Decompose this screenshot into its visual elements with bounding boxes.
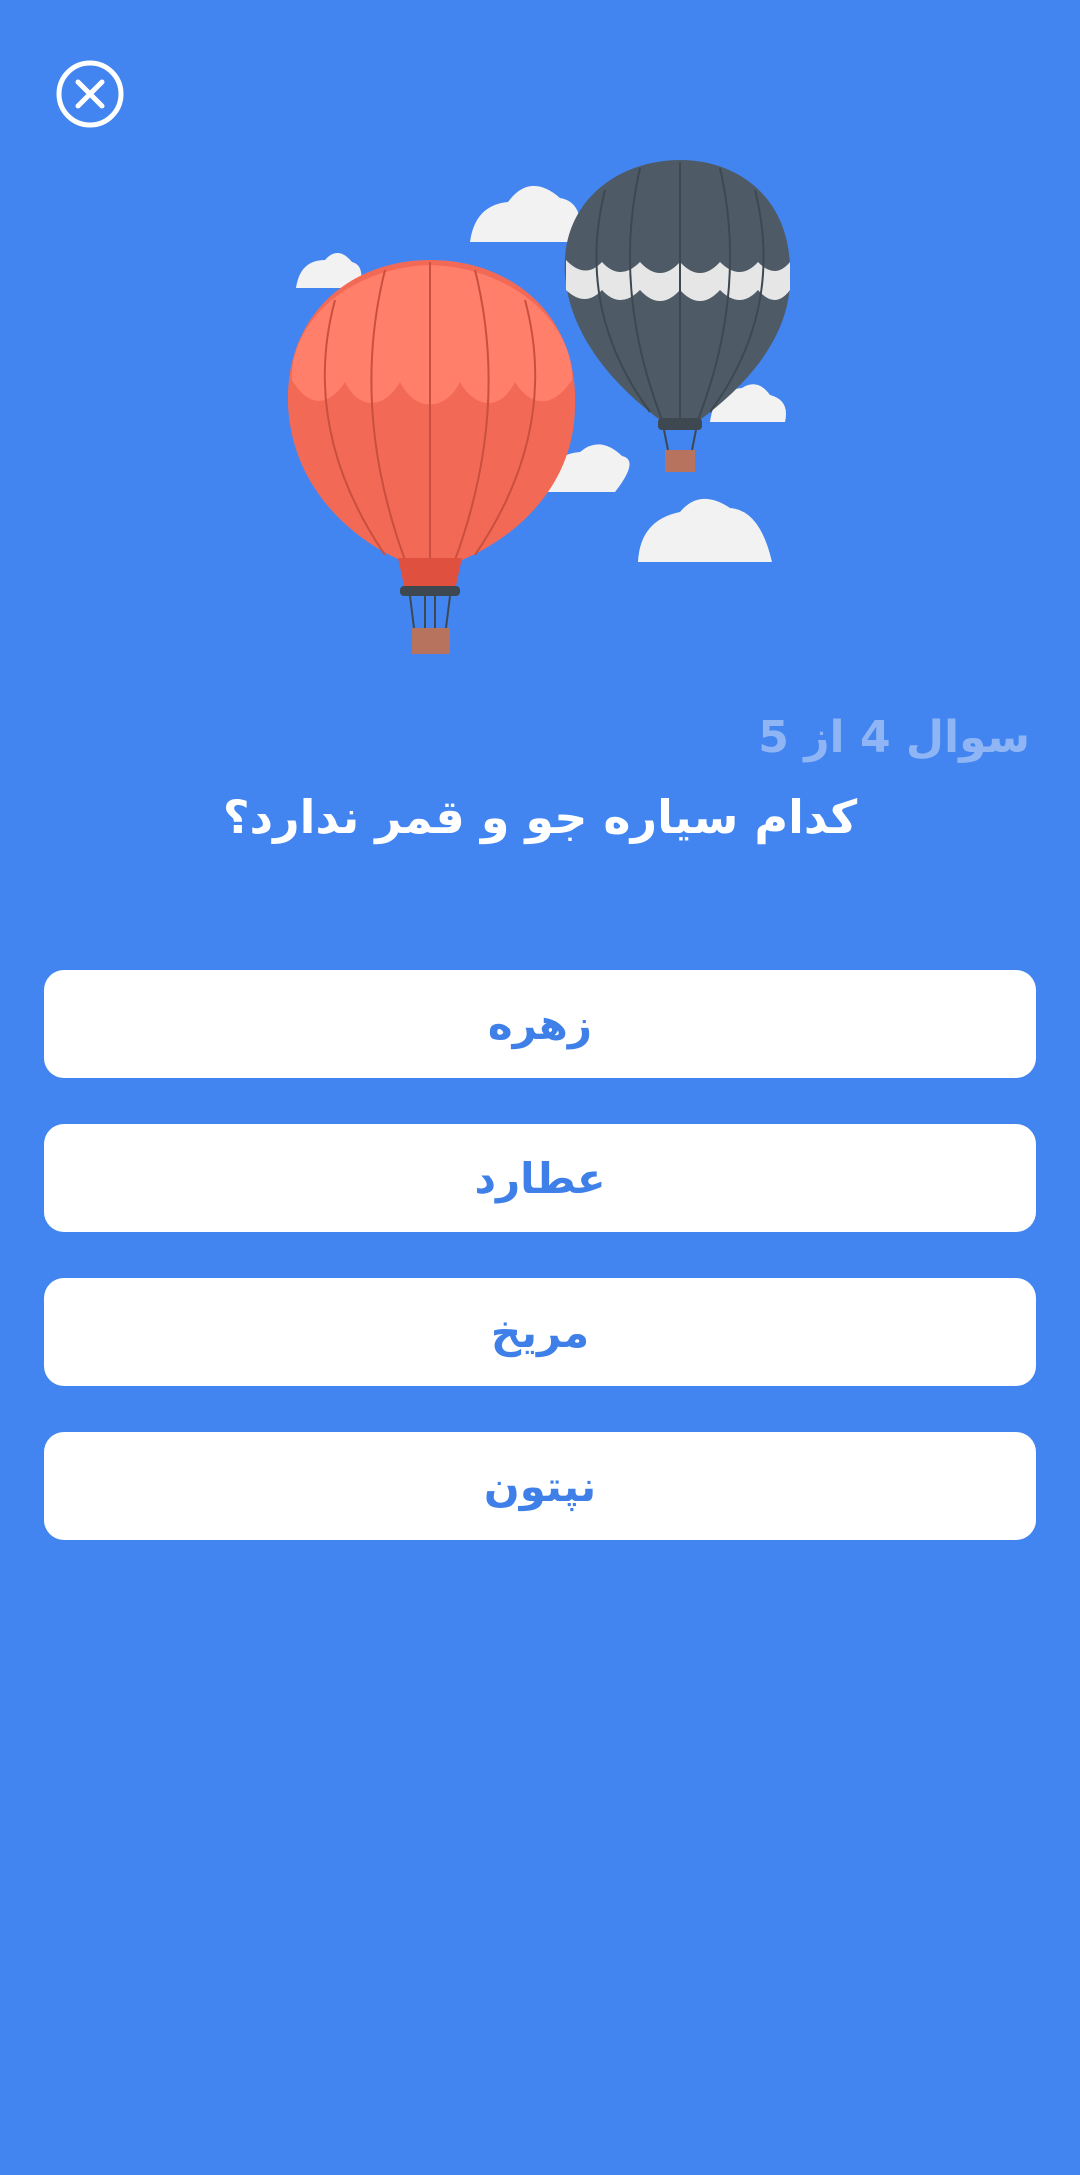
question-text: کدام سیاره جو و قمر ندارد؟ [222, 790, 858, 844]
hot-air-balloons-illustration [0, 150, 1080, 670]
answer-option-2[interactable]: عطارد [44, 1124, 1036, 1232]
dark-balloon [564, 160, 791, 472]
close-circle-icon [56, 60, 124, 128]
red-balloon [287, 260, 576, 654]
answer-option-4[interactable]: نپتون [44, 1432, 1036, 1540]
answer-option-3[interactable]: مریخ [44, 1278, 1036, 1386]
answer-options: زهره عطارد مریخ نپتون [44, 970, 1036, 1586]
answer-option-1[interactable]: زهره [44, 970, 1036, 1078]
close-button[interactable] [54, 58, 126, 130]
question-progress: سوال 4 از 5 [758, 712, 1030, 763]
